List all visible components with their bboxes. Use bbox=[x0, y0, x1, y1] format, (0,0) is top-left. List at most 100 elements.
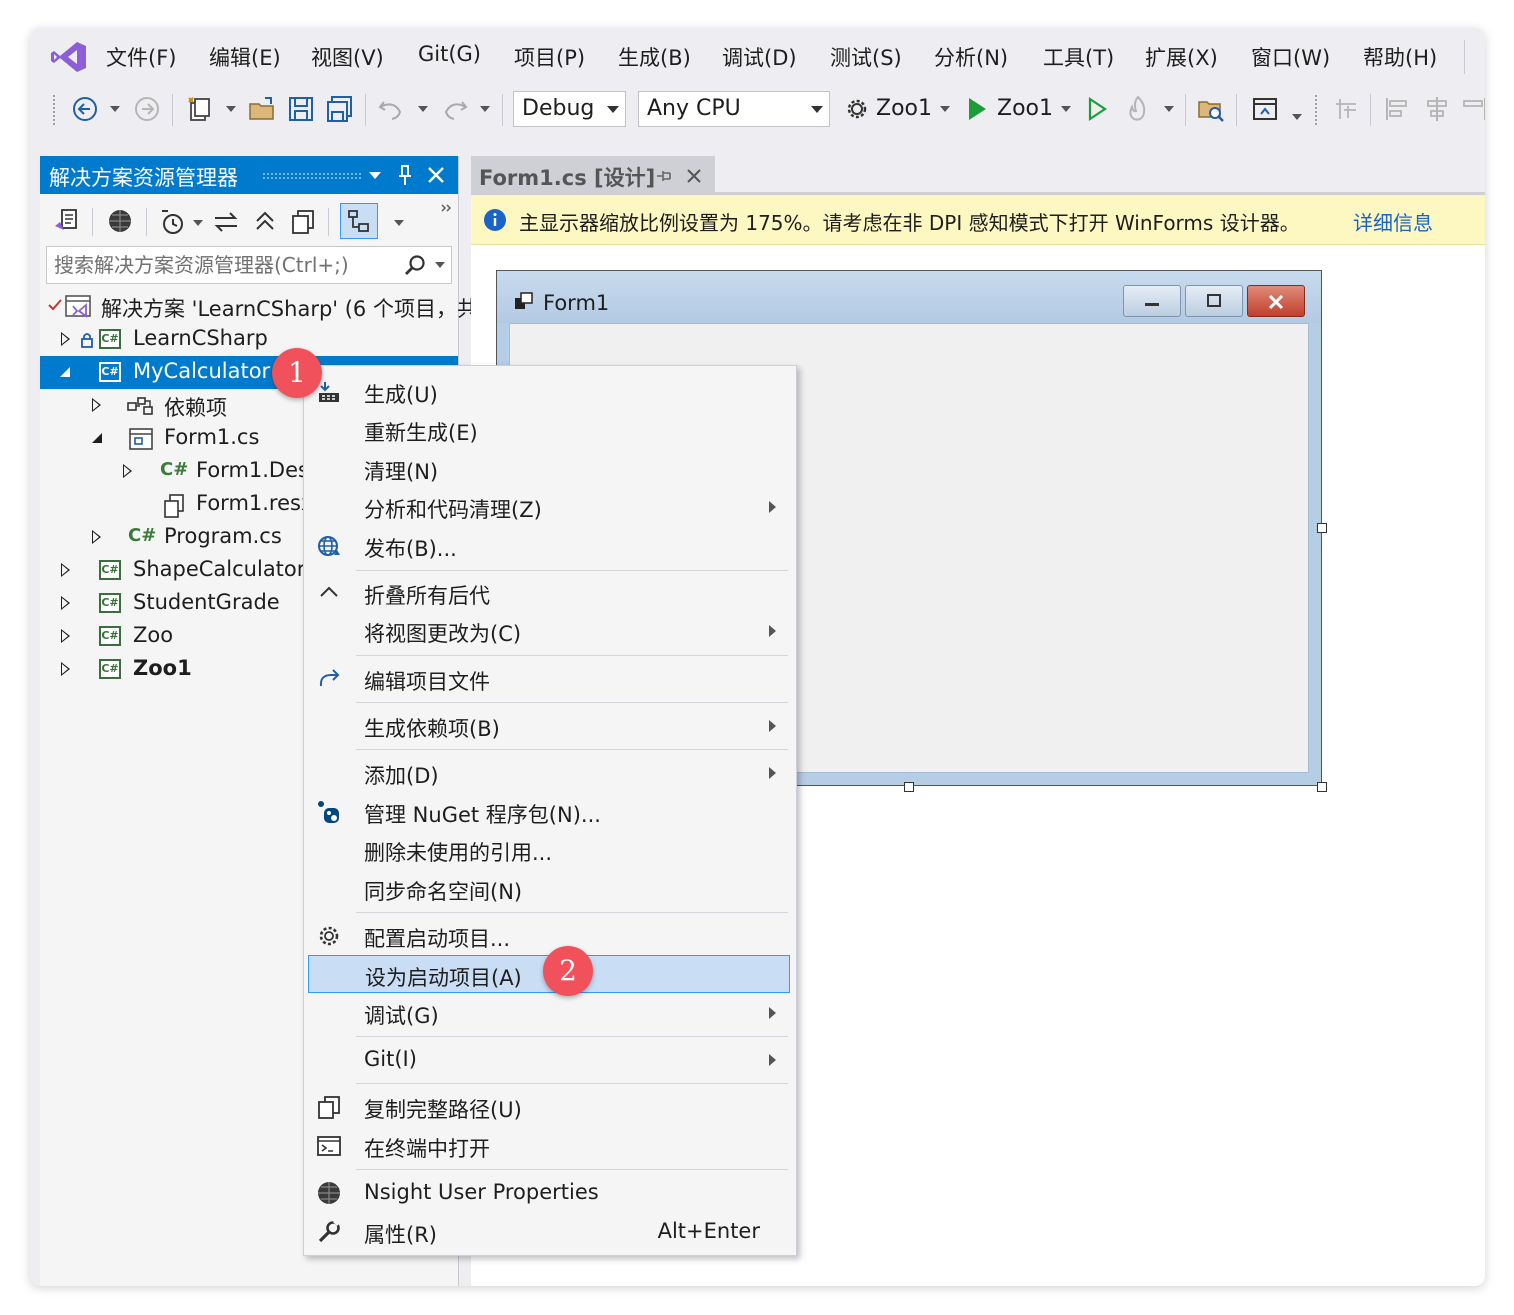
menu-item-add[interactable]: 添加(D) bbox=[304, 754, 796, 792]
filter-dropdown-icon[interactable] bbox=[193, 220, 203, 226]
menu-item-git[interactable]: Git(I) bbox=[304, 1041, 796, 1079]
tracking-toggle-button[interactable] bbox=[340, 203, 378, 239]
find-in-files-icon[interactable] bbox=[1196, 94, 1226, 124]
terminal-icon bbox=[317, 1136, 341, 1156]
run-target-label[interactable]: Zoo1 bbox=[997, 96, 1053, 121]
menu-item-edit-project-file[interactable]: 编辑项目文件 bbox=[304, 660, 796, 698]
tab-well-line bbox=[471, 192, 1485, 195]
menu-window[interactable]: 窗口(W) bbox=[1251, 42, 1330, 72]
expand-arrow-icon[interactable] bbox=[61, 563, 70, 577]
close-icon[interactable] bbox=[685, 167, 703, 185]
menu-debug[interactable]: 调试(D) bbox=[722, 42, 797, 72]
tree-item-learncsharp[interactable]: C# LearnCSharp bbox=[40, 323, 458, 356]
collapse-arrow-icon[interactable] bbox=[90, 431, 104, 445]
save-icon[interactable] bbox=[286, 94, 316, 124]
expand-arrow-icon[interactable] bbox=[61, 596, 70, 610]
expand-arrow-icon[interactable] bbox=[61, 629, 70, 643]
navigate-back-icon[interactable] bbox=[70, 94, 100, 124]
lock-icon bbox=[81, 333, 93, 348]
chevron-up-icon bbox=[320, 586, 338, 597]
menu-item-open-terminal[interactable]: 在终端中打开 bbox=[304, 1127, 796, 1165]
menu-item-clean[interactable]: 清理(N) bbox=[304, 450, 796, 488]
solution-search-input[interactable]: 搜索解决方案资源管理器(Ctrl+;) bbox=[46, 246, 452, 284]
resize-handle-right[interactable] bbox=[1317, 523, 1327, 533]
save-all-icon[interactable] bbox=[325, 94, 355, 124]
resize-handle-corner[interactable] bbox=[1317, 782, 1327, 792]
start-without-debugging-icon[interactable] bbox=[1082, 94, 1112, 124]
gear-icon[interactable] bbox=[842, 94, 872, 124]
menu-item-change-view[interactable]: 将视图更改为(C) bbox=[304, 612, 796, 650]
menu-item-copy-full-path[interactable]: 复制完整路径(U) bbox=[304, 1088, 796, 1126]
menu-extensions[interactable]: 扩展(X) bbox=[1145, 42, 1218, 72]
menu-item-properties[interactable]: 属性(R) Alt+Enter bbox=[304, 1213, 796, 1251]
toolbar-overflow-icon[interactable] bbox=[440, 202, 454, 216]
back-dropdown-icon[interactable] bbox=[110, 106, 120, 112]
menu-item-build[interactable]: 生成(U) bbox=[304, 373, 796, 411]
startup-dropdown-icon[interactable] bbox=[940, 106, 950, 112]
expand-arrow-icon[interactable] bbox=[61, 662, 70, 676]
startup-project-label[interactable]: Zoo1 bbox=[876, 96, 932, 121]
menu-item-analyze[interactable]: 分析和代码清理(Z) bbox=[304, 488, 796, 526]
browser-window-icon[interactable] bbox=[1250, 94, 1280, 124]
hot-reload-dropdown-icon bbox=[1164, 106, 1174, 112]
menu-item-rebuild[interactable]: 重新生成(E) bbox=[304, 411, 796, 449]
pin-icon[interactable] bbox=[655, 168, 673, 184]
expand-arrow-icon[interactable] bbox=[92, 398, 101, 412]
platform-select[interactable]: Any CPU bbox=[638, 91, 830, 127]
menu-project[interactable]: 项目(P) bbox=[514, 42, 585, 72]
tab-form1-design[interactable]: Form1.cs [设计] bbox=[471, 156, 715, 194]
toolbar-separator bbox=[1370, 94, 1371, 126]
new-project-icon[interactable] bbox=[185, 94, 215, 124]
expand-arrow-icon[interactable] bbox=[123, 464, 132, 478]
menu-item-nsight-properties[interactable]: Nsight User Properties bbox=[304, 1174, 796, 1212]
menu-help[interactable]: 帮助(H) bbox=[1363, 42, 1437, 72]
nuget-icon bbox=[318, 801, 339, 823]
menu-item-label: 发布(B)... bbox=[364, 537, 457, 561]
sync-with-active-document-icon[interactable] bbox=[211, 207, 241, 237]
new-dropdown-icon[interactable] bbox=[226, 106, 236, 112]
menu-analyze[interactable]: 分析(N) bbox=[934, 42, 1008, 72]
resize-handle-bottom[interactable] bbox=[904, 782, 914, 792]
menu-item-label: 设为启动项目(A) bbox=[365, 966, 522, 990]
open-folder-icon[interactable] bbox=[247, 94, 277, 124]
more-info-link[interactable]: 详细信息 bbox=[1353, 207, 1433, 236]
maximize-button[interactable] bbox=[1185, 285, 1243, 317]
minimize-button[interactable] bbox=[1123, 285, 1181, 317]
show-all-files-icon[interactable] bbox=[288, 207, 318, 237]
expand-arrow-icon[interactable] bbox=[61, 332, 70, 346]
switch-views-icon[interactable] bbox=[52, 206, 82, 236]
close-button[interactable] bbox=[1247, 285, 1305, 317]
menu-item-remove-unused-refs[interactable]: 删除未使用的引用... bbox=[304, 831, 796, 869]
menu-build[interactable]: 生成(B) bbox=[618, 42, 691, 72]
configuration-select[interactable]: Debug bbox=[513, 91, 626, 127]
menu-file[interactable]: 文件(F) bbox=[106, 42, 176, 72]
expand-arrow-icon[interactable] bbox=[92, 530, 101, 544]
start-debugging-icon[interactable] bbox=[962, 94, 992, 124]
browser-dropdown-icon[interactable] bbox=[1292, 114, 1302, 120]
pending-changes-filter-icon[interactable] bbox=[158, 207, 188, 237]
menu-item-debug[interactable]: 调试(G) bbox=[304, 994, 796, 1032]
menu-item-label: 配置启动项目... bbox=[364, 927, 511, 951]
tracking-dropdown-icon[interactable] bbox=[394, 220, 404, 226]
menu-item-collapse-all[interactable]: 折叠所有后代 bbox=[304, 574, 796, 612]
collapse-all-icon[interactable] bbox=[250, 207, 280, 237]
nsight-globe-icon[interactable] bbox=[106, 207, 134, 235]
menu-edit[interactable]: 编辑(E) bbox=[209, 42, 281, 72]
menu-item-configure-startup[interactable]: 配置启动项目... bbox=[304, 917, 796, 955]
pin-icon[interactable] bbox=[396, 164, 414, 186]
menu-item-build-dependencies[interactable]: 生成依赖项(B) bbox=[304, 707, 796, 745]
tree-item-solution[interactable]: 解决方案 'LearnCSharp' (6 个项目，共 bbox=[40, 290, 478, 323]
search-options-dropdown-icon[interactable] bbox=[435, 262, 445, 268]
menu-tools[interactable]: 工具(T) bbox=[1043, 42, 1114, 72]
search-icon[interactable] bbox=[403, 254, 427, 278]
menu-git[interactable]: Git(G) bbox=[418, 42, 481, 66]
menu-test[interactable]: 测试(S) bbox=[830, 42, 902, 72]
menu-item-publish[interactable]: 发布(B)... bbox=[304, 527, 796, 565]
menu-item-manage-nuget[interactable]: 管理 NuGet 程序包(N)... bbox=[304, 793, 796, 831]
collapse-arrow-icon[interactable] bbox=[58, 365, 72, 379]
menu-view[interactable]: 视图(V) bbox=[311, 42, 384, 72]
close-icon[interactable] bbox=[426, 165, 446, 185]
menu-item-sync-namespaces[interactable]: 同步命名空间(N) bbox=[304, 870, 796, 908]
window-position-dropdown-icon[interactable] bbox=[368, 168, 382, 182]
run-dropdown-icon[interactable] bbox=[1061, 106, 1071, 112]
